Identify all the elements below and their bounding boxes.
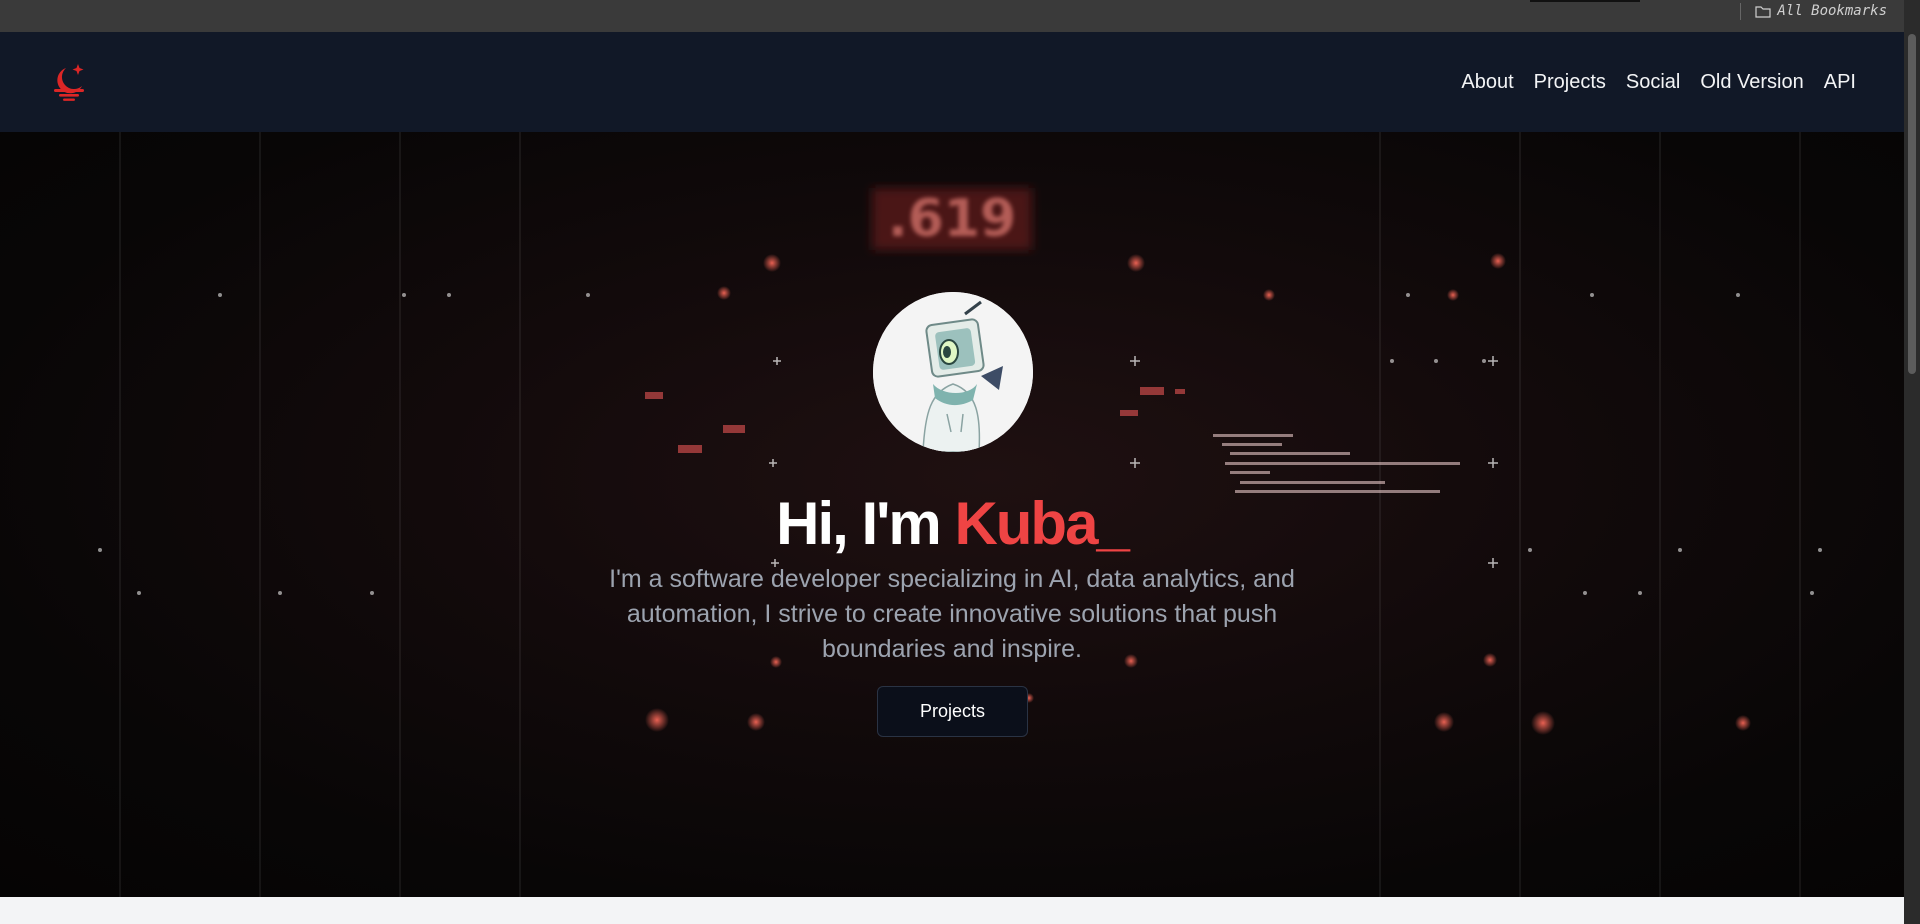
hero-description: I'm a software developer specializing in… xyxy=(609,565,1295,663)
bookmarks-separator xyxy=(1740,3,1741,20)
nav-social[interactable]: Social xyxy=(1626,71,1680,94)
all-bookmarks-button[interactable]: All Bookmarks xyxy=(1755,2,1887,20)
site-navbar: About Projects Social Old Version API xyxy=(0,32,1904,132)
moon-logo-icon[interactable] xyxy=(48,60,90,102)
nav-projects[interactable]: Projects xyxy=(1534,71,1606,94)
scrollbar-thumb[interactable] xyxy=(1908,34,1916,374)
hero-title-prefix: Hi, I'm xyxy=(776,490,955,557)
avatar xyxy=(873,292,1033,452)
nav-links: About Projects Social Old Version API xyxy=(1461,32,1856,132)
page-scrollbar[interactable] xyxy=(1904,0,1920,924)
nav-api[interactable]: API xyxy=(1824,71,1856,94)
next-section-edge xyxy=(0,897,1904,924)
folder-icon xyxy=(1755,5,1772,18)
robot-avatar-image xyxy=(873,292,1033,452)
nav-about[interactable]: About xyxy=(1461,71,1513,94)
bookmarks-bar: All Bookmarks xyxy=(0,0,1904,33)
hero-title: Hi, I'm Kuba_ xyxy=(600,484,1304,564)
nav-old-version[interactable]: Old Version xyxy=(1700,71,1803,94)
projects-button[interactable]: Projects xyxy=(877,686,1028,737)
hero-title-name: Kuba_ xyxy=(954,490,1129,557)
all-bookmarks-label: All Bookmarks xyxy=(1777,3,1887,19)
active-tab-indicator xyxy=(1530,0,1640,2)
background-readout: .619 xyxy=(888,189,1016,249)
